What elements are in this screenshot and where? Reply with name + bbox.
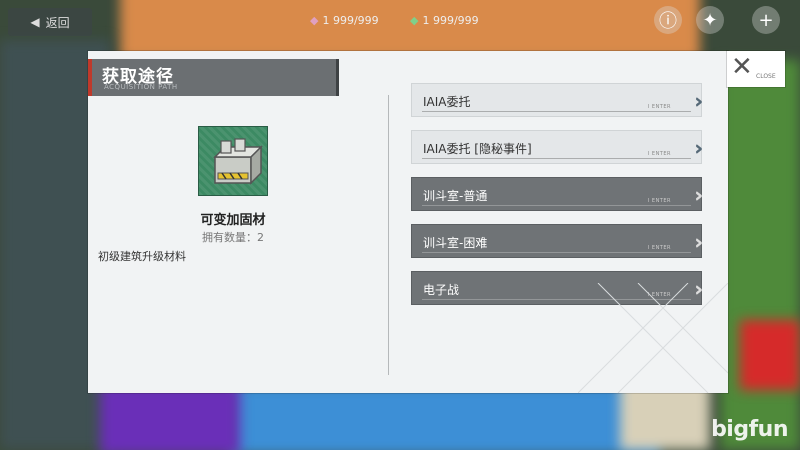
resource-1-value: 1 999/999 <box>322 13 379 27</box>
add-icon[interactable]: + <box>752 6 780 34</box>
acquisition-dialog: 获取途径 ACQUISITION PATH 可变加固材 拥有数量：2 初级建筑升… <box>88 51 728 393</box>
route-underline <box>422 111 691 112</box>
dialog-divider <box>388 95 389 375</box>
resource-2-value: 1 999/999 <box>422 13 479 27</box>
shop-icon[interactable]: ✦ <box>696 6 724 34</box>
bg-blue-floor <box>230 385 660 450</box>
bg-red-block <box>740 320 800 390</box>
close-icon: ✕ <box>731 52 753 82</box>
route-underline <box>422 205 691 206</box>
route-label: IAIA委托 <box>423 95 471 109</box>
route-label: 训斗室-普通 <box>423 189 488 203</box>
back-label: 返回 <box>45 15 70 30</box>
bg-green-right <box>720 60 800 450</box>
dialog-title-bar: 获取途径 ACQUISITION PATH <box>88 59 339 96</box>
route-enter-hint: I ENTER <box>647 104 671 110</box>
resource-1-icon: ◆ <box>310 13 319 27</box>
top-bar: ◀ 返回 ◆ 1 999/999 ◆ 1 999/999 ⓘ ✦ + <box>0 0 800 44</box>
info-icon[interactable]: ⓘ <box>654 6 682 34</box>
decorative-lines <box>578 283 728 393</box>
back-arrow-icon: ◀ <box>30 15 40 29</box>
title-bar-edge <box>336 59 339 96</box>
close-button[interactable]: ✕ CLOSE <box>727 51 785 87</box>
item-description: 初级建筑升级材料 <box>98 250 186 263</box>
route-label: IAIA委托 [隐秘事件] <box>423 142 532 156</box>
watermark-logo: bigfun <box>711 417 788 442</box>
route-underline <box>422 158 691 159</box>
reinforcement-material-icon <box>198 126 268 196</box>
route-enter-hint: I ENTER <box>647 245 671 251</box>
route-item[interactable]: IAIA委托 I ENTER ›› <box>411 83 704 117</box>
dialog-subtitle: ACQUISITION PATH <box>104 83 178 91</box>
item-name: 可变加固材 <box>200 213 266 228</box>
bg-purple-floor <box>100 385 240 450</box>
resource-counter-1: ◆ 1 999/999 <box>310 10 379 30</box>
route-enter-hint: I ENTER <box>647 151 671 157</box>
route-item[interactable]: IAIA委托 [隐秘事件] I ENTER ›› <box>411 130 704 164</box>
route-item[interactable]: 训斗室-普通 I ENTER ›› <box>411 177 704 211</box>
route-underline <box>422 252 691 253</box>
resource-counter-2: ◆ 1 999/999 <box>410 10 479 30</box>
route-label: 电子战 <box>423 283 460 297</box>
route-item[interactable]: 训斗室-困难 I ENTER ›› <box>411 224 704 258</box>
resource-2-icon: ◆ <box>410 13 419 27</box>
close-label: CLOSE <box>756 73 776 80</box>
back-button[interactable]: ◀ 返回 <box>8 8 92 36</box>
item-owned-count: 拥有数量：2 <box>202 231 264 244</box>
route-enter-hint: I ENTER <box>647 198 671 204</box>
route-label: 训斗室-困难 <box>423 236 488 250</box>
